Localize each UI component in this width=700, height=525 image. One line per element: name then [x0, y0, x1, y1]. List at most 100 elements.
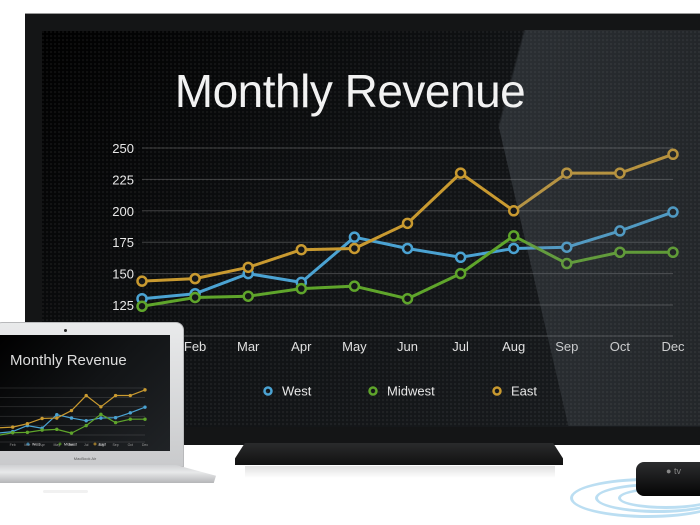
mini-lines — [0, 388, 147, 436]
data-point-midwest — [10, 431, 15, 435]
legend-label-east: East — [99, 442, 106, 446]
laptop-mini-chart: Feb Mar Apr May Jun Jul Aug Sep Oct DecWest Midwes… — [0, 387, 149, 447]
data-point-east — [401, 217, 414, 230]
data-point-west — [667, 206, 679, 218]
apple-logo-icon: ● — [666, 466, 672, 476]
data-point-midwest — [113, 420, 118, 425]
legend-label-west: West — [32, 442, 40, 446]
x-tick-label: Feb — [10, 443, 16, 447]
y-tick-label: 175 — [112, 235, 134, 250]
y-tick-label: 225 — [112, 172, 134, 187]
chart-title: Monthly Revenue — [174, 65, 526, 117]
data-point-east — [614, 167, 626, 179]
data-point-east — [189, 272, 201, 285]
legend-label-midwest: Midwest — [387, 384, 435, 399]
y-tick-label: 200 — [112, 204, 134, 219]
data-point-west — [401, 242, 414, 255]
legend-marker-midwest — [368, 386, 378, 396]
data-point-east — [667, 148, 679, 161]
set-top-box-logo: ● tv — [666, 466, 681, 476]
legend-marker-east — [492, 386, 502, 396]
data-point-midwest — [401, 292, 414, 305]
x-tick-label: Sep — [112, 443, 118, 447]
data-point-midwest — [348, 280, 361, 292]
data-point-midwest — [454, 267, 467, 280]
data-point-midwest — [99, 412, 103, 417]
data-point-midwest — [55, 427, 59, 432]
x-axis-ticks: Feb Mar Apr May Jun Jul Aug Sep Oct Dec — [184, 339, 685, 354]
mini-legend: West Midwest East — [26, 442, 106, 446]
data-point-east — [143, 388, 147, 392]
data-point-west — [614, 225, 626, 237]
data-point-west — [99, 416, 103, 420]
data-point-midwest — [561, 257, 573, 270]
x-tick-label: Oct — [128, 443, 133, 447]
data-point-west — [454, 251, 467, 264]
data-point-east — [84, 393, 88, 398]
x-tick-label: Sep — [555, 339, 578, 354]
laptop-notch — [43, 490, 88, 493]
data-point-midwest — [507, 230, 520, 242]
data-point-east — [454, 167, 467, 179]
data-point-midwest — [189, 291, 201, 304]
legend-label-east: East — [511, 384, 537, 399]
data-point-west — [561, 241, 573, 253]
y-tick-label: 150 — [112, 267, 134, 282]
x-tick-label: Jul — [84, 443, 89, 447]
data-point-east — [561, 167, 573, 179]
data-point-east — [242, 261, 254, 274]
x-tick-label: Feb — [184, 339, 206, 354]
data-point-midwest — [40, 428, 44, 432]
data-point-east — [507, 205, 520, 217]
data-point-east — [128, 393, 132, 398]
mini-xticks: Feb Mar Apr May Jun Jul Aug Sep Oct Dec — [10, 443, 149, 447]
x-tick-label: Mar — [237, 339, 260, 354]
data-point-west — [113, 416, 118, 420]
x-tick-label: Jun — [397, 339, 418, 354]
data-point-west — [348, 231, 361, 243]
data-point-east — [10, 425, 15, 429]
data-point-midwest — [242, 290, 254, 302]
data-point-west — [507, 242, 520, 255]
laptop-brand-label: MacBook Air — [73, 456, 97, 461]
laptop-camera — [64, 329, 67, 332]
x-tick-label: May — [342, 339, 367, 354]
data-point-west — [84, 419, 88, 423]
data-point-midwest — [667, 246, 679, 258]
data-point-midwest — [614, 246, 626, 258]
x-tick-label: Apr — [39, 443, 45, 447]
data-point-east — [25, 422, 30, 426]
data-point-midwest — [69, 431, 74, 435]
laptop-screen: Monthly Revenue Feb Mar Apr May Jun Jul Aug Sep… — [0, 335, 170, 451]
y-axis-ticks: 125 150 175 200 225 250 — [112, 141, 134, 313]
data-point-midwest — [84, 423, 88, 428]
legend: West Midwest East — [263, 384, 537, 399]
x-tick-label: Jul — [452, 339, 469, 354]
series-line-east — [0, 389, 146, 429]
data-point-east — [55, 416, 59, 420]
data-point-west — [143, 405, 147, 409]
set-top-box-logo-text: tv — [673, 466, 681, 476]
data-point-east — [136, 275, 148, 287]
legend-label-west: West — [282, 384, 312, 399]
data-point-east — [99, 405, 103, 409]
legend-marker-west — [263, 386, 273, 396]
laptop-base — [0, 465, 216, 483]
data-point-east — [295, 243, 308, 256]
series-lines — [136, 148, 679, 313]
x-tick-label: Dec — [142, 443, 148, 447]
y-tick-label: 125 — [112, 298, 134, 313]
y-tick-label: 250 — [112, 141, 134, 156]
data-point-midwest — [25, 430, 30, 435]
data-point-east — [40, 416, 44, 421]
legend-marker-east — [93, 442, 97, 446]
data-point-east — [69, 408, 74, 413]
data-point-east — [348, 242, 361, 255]
data-point-west — [128, 411, 132, 415]
grid-lines — [142, 147, 673, 337]
data-point-west — [69, 416, 74, 420]
x-tick-label: Oct — [610, 339, 631, 354]
x-tick-label: Apr — [291, 339, 312, 354]
data-point-midwest — [143, 417, 147, 421]
data-point-midwest — [136, 300, 148, 313]
